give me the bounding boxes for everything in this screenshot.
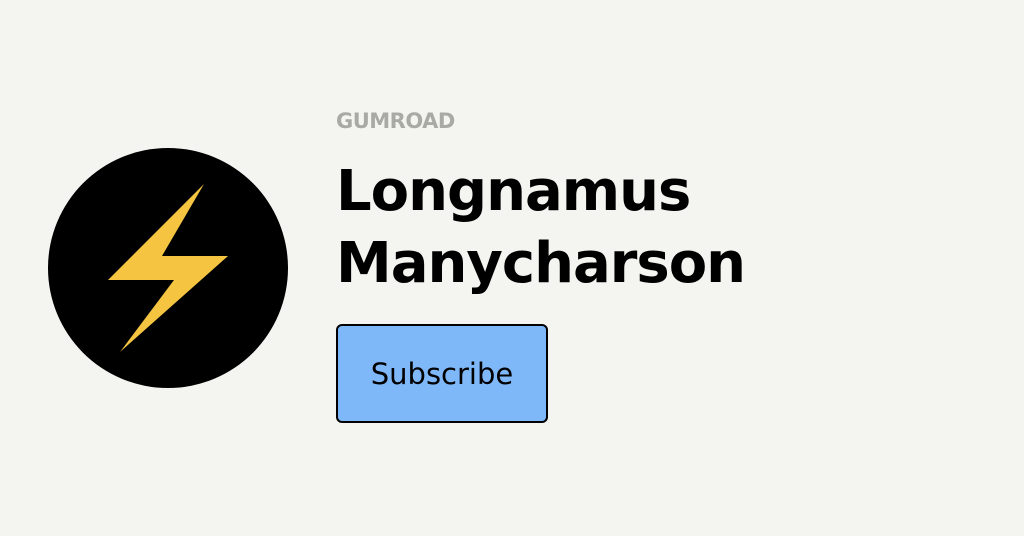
creator-name-line-2: Manycharson: [336, 231, 746, 296]
profile-header: GUMROAD Longnamus Manycharson: [336, 108, 996, 300]
creator-name: Longnamus Manycharson: [336, 156, 996, 300]
creator-name-line-1: Longnamus: [336, 159, 691, 224]
lightning-bolt-icon: [108, 184, 228, 352]
avatar: [48, 148, 288, 388]
subscribe-button[interactable]: Subscribe: [336, 324, 548, 423]
gumroad-logo: GUMROAD: [336, 109, 455, 133]
